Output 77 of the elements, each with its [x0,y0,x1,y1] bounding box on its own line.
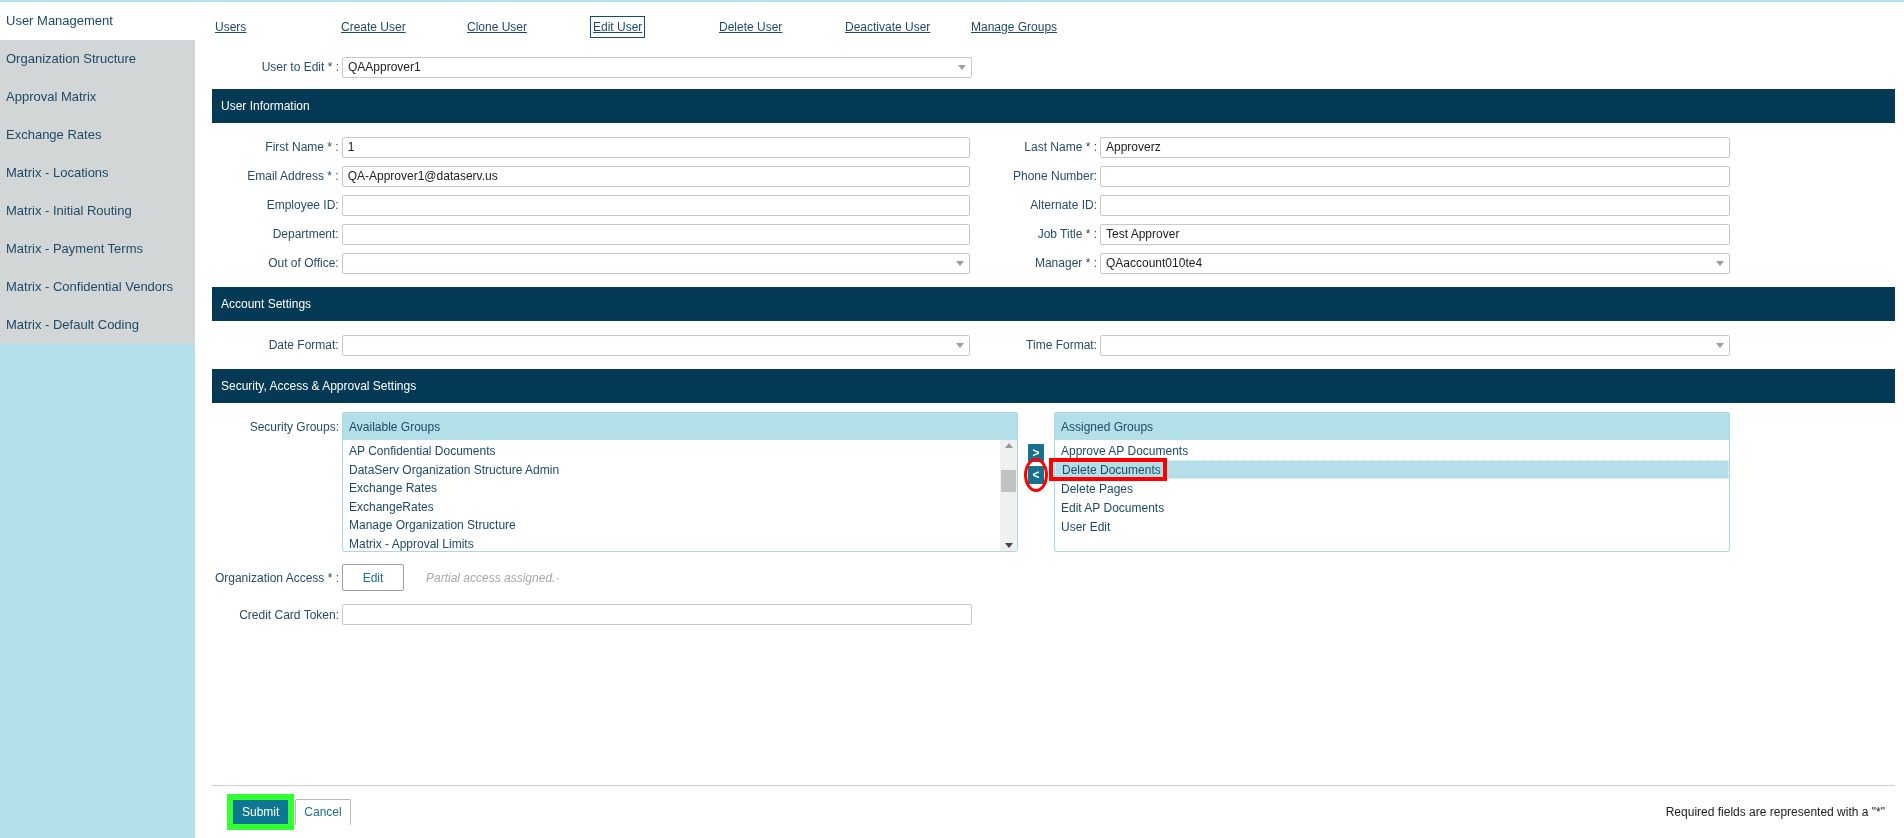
field-label: First Name * : [265,139,339,156]
list-item[interactable]: AP Confidential Documents [343,442,1000,461]
input-field[interactable] [1100,165,1730,187]
nav-link[interactable]: Edit User [590,16,646,38]
dropdown-caret-icon [1716,260,1724,266]
nav-link[interactable]: Users [212,16,250,38]
dropdown-field[interactable] [341,252,970,274]
list-header: Assigned Groups [1055,413,1729,440]
nav-link[interactable]: Create User [338,16,409,38]
field-label: Security Groups: [249,419,339,436]
sidebar-item[interactable]: Matrix - Payment Terms [0,230,195,268]
section-header: Security, Access & Approval Settings [212,369,1895,403]
nav-link[interactable]: Delete User [716,16,786,38]
access-note: Partial access assigned.· [426,569,560,587]
scroll-down-icon[interactable] [1004,543,1013,548]
sidebar-item[interactable]: Approval Matrix [0,78,195,116]
field-label: Date Format: [268,337,339,354]
field-label: Organization Access * : [214,569,339,587]
list-item[interactable]: Matrix - Approval Limits [343,534,1000,551]
scrollbar-thumb[interactable] [1001,469,1016,492]
list-item[interactable]: Exchange Rates [343,479,1000,498]
section-header: Account Settings [212,287,1895,321]
list-item[interactable]: Approve AP Documents [1055,441,1729,460]
field-label: Manager * : [1034,255,1097,272]
field-label: Alternate ID: [1030,197,1097,214]
input-field[interactable]: Test Approver [1100,223,1730,245]
field-label: Job Title * : [1037,226,1097,243]
sidebar-item[interactable]: User Management [0,2,195,40]
list-item[interactable]: Manage Organization Structure [343,516,1000,535]
cancel-button[interactable]: Cancel [295,798,351,825]
input-field[interactable] [342,604,972,625]
dropdown-field[interactable]: QAApprover1 [342,56,972,78]
add-button[interactable]: > [1028,444,1044,462]
dropdown-caret-icon [956,260,964,266]
sidebar-item[interactable]: Matrix - Initial Routing [0,192,195,230]
edit-button[interactable]: Edit [342,564,404,591]
field-label: Email Address * : [247,168,339,185]
sidebar-item[interactable]: Matrix - Confidential Vendors [0,268,195,306]
list-item[interactable]: DataServ Organization Structure Admin [343,460,1000,479]
input-field[interactable] [341,223,970,245]
input-field[interactable]: Approverz [1100,136,1730,158]
dropdown-field[interactable] [341,334,970,356]
input-field[interactable] [1100,194,1730,216]
field-label: Phone Number: [1012,168,1097,185]
field-label: Department: [272,226,339,243]
dropdown-caret-icon [958,64,966,70]
list-item[interactable]: Delete Pages [1055,479,1729,498]
nav-link[interactable]: Manage Groups [968,16,1061,38]
list-item[interactable]: Edit AP Documents [1055,498,1729,517]
field-label: Employee ID: [266,197,339,214]
nav-link[interactable]: Clone User [464,16,531,38]
input-field[interactable]: QA-Approver1@dataserv.us [341,165,970,187]
field-label: Credit Card Token: [239,606,339,624]
field-label: Time Format: [1026,337,1097,354]
list-header: Available Groups [343,413,1017,440]
sidebar-item[interactable]: Organization Structure [0,40,195,78]
input-field[interactable] [341,194,970,216]
field-label: Out of Office: [268,255,339,272]
dropdown-caret-icon [956,342,964,348]
dropdown-field[interactable]: QAaccount010te4 [1100,252,1730,274]
list-item[interactable]: User Edit [1055,517,1729,536]
list-item[interactable]: ExchangeRates [343,497,1000,516]
scroll-up-icon[interactable] [1004,443,1013,448]
sidebar-item[interactable]: Exchange Rates [0,116,195,154]
required-note: Required fields are represented with a "*" [1665,803,1886,821]
nav-link[interactable]: Deactivate User [842,16,934,38]
dropdown-caret-icon [1716,342,1724,348]
list-item[interactable]: Delete Documents [1055,460,1729,479]
sidebar-item[interactable]: Matrix - Default Coding [0,306,195,344]
dropdown-field[interactable] [1100,334,1730,356]
section-header: User Information [212,89,1895,123]
input-field[interactable]: 1 [341,136,970,158]
scrollbar[interactable] [1000,440,1017,551]
field-label: User to Edit * : [261,59,339,76]
sidebar-item[interactable]: Matrix - Locations [0,154,195,192]
remove-button[interactable]: < [1028,466,1044,484]
field-label: Last Name * : [1024,139,1097,156]
